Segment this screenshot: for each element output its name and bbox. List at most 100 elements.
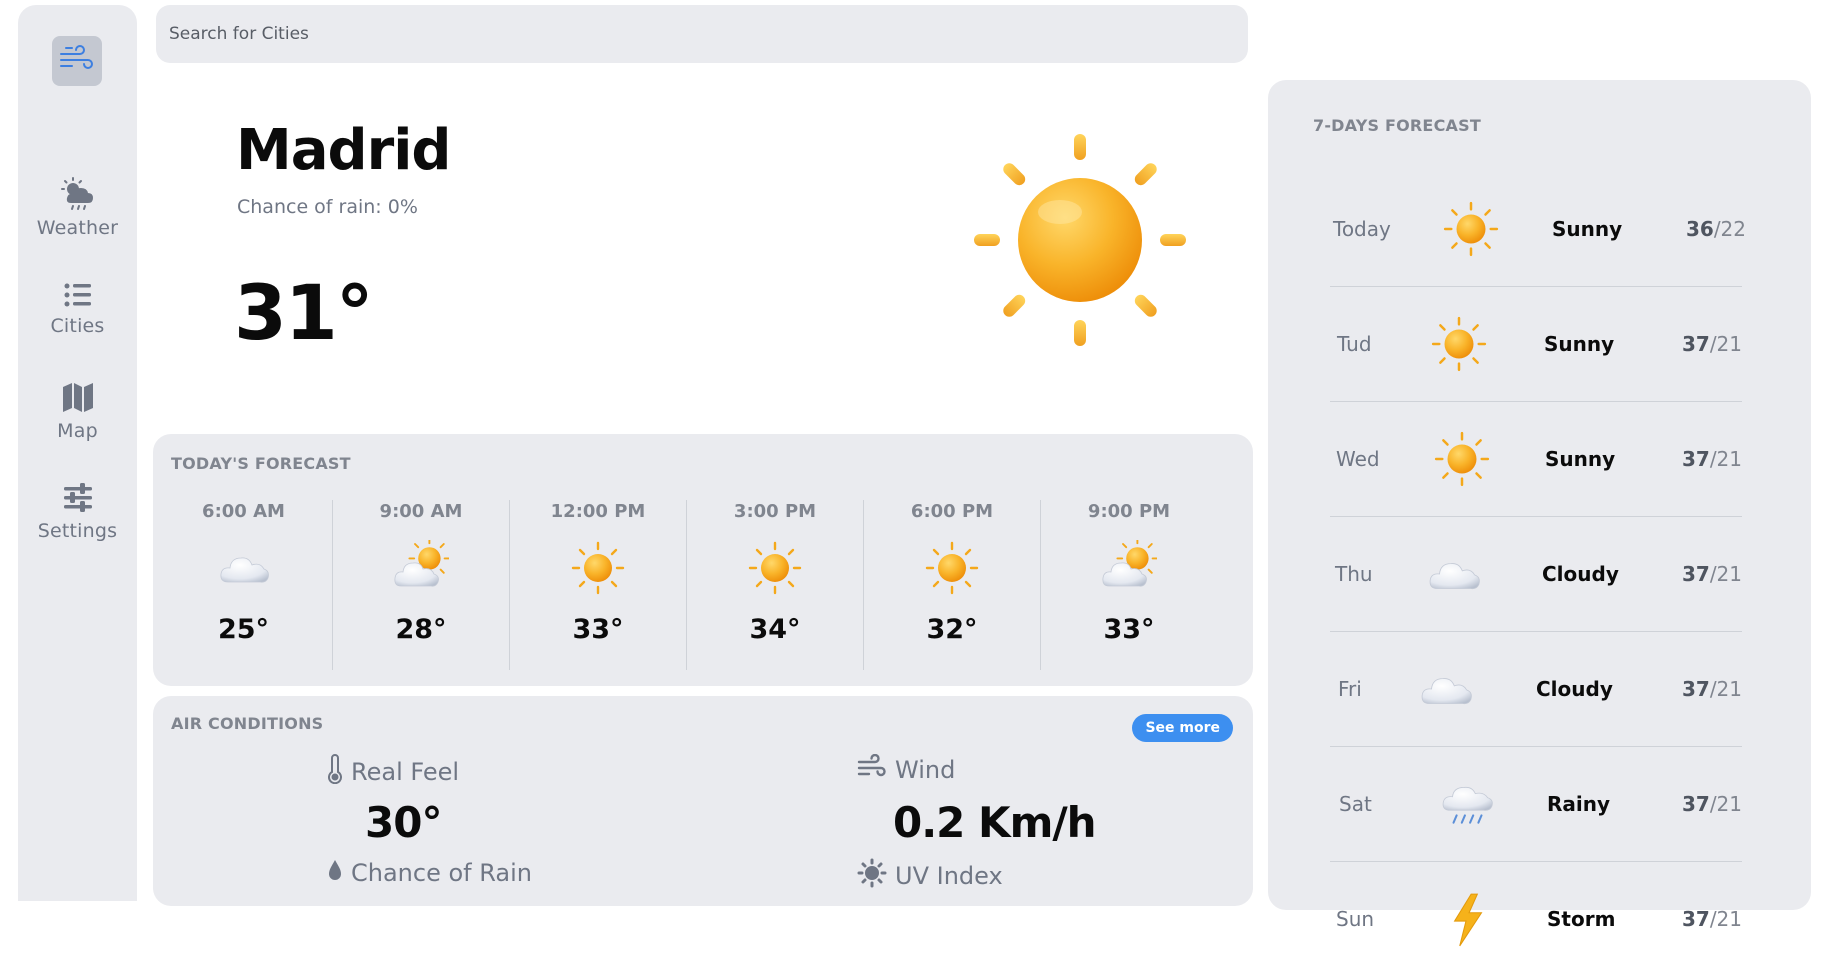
day-condition: Cloudy	[1542, 562, 1619, 586]
day-high: 37	[1681, 447, 1710, 471]
day-condition: Rainy	[1547, 792, 1611, 816]
hour-temp: 33°	[572, 614, 624, 645]
day-name: Sun	[1336, 907, 1375, 931]
cloud-sun-rain-icon	[18, 177, 137, 211]
day-low: /21	[1709, 332, 1742, 356]
wind-icon	[58, 44, 96, 78]
air-conditions-panel: AIR CONDITIONS See more Real Feel 30° Wi…	[153, 696, 1253, 906]
wind-icon	[857, 753, 887, 786]
day-low: /21	[1709, 677, 1742, 701]
day-temp: 37/21	[1682, 747, 1742, 862]
day-high: 37	[1681, 677, 1710, 701]
day-row: Today Sunny 36/22	[1330, 172, 1746, 287]
thermometer-icon	[327, 754, 343, 790]
day-temp: 37/21	[1682, 517, 1742, 632]
hour-time: 6:00 PM	[910, 501, 994, 522]
day-row: Sun Storm 37/21	[1330, 862, 1742, 977]
wind-label-row: Wind	[857, 753, 956, 786]
week-forecast-title: 7-DAYS FORECAST	[1313, 116, 1481, 135]
hour-temp: 25°	[217, 614, 270, 645]
sidebar-item-cities[interactable]: Cities	[18, 281, 137, 337]
droplet-icon	[327, 858, 343, 888]
day-row: Tud Sunny 37/21	[1330, 287, 1742, 402]
day-name: Fri	[1338, 677, 1362, 701]
day-low: /22	[1713, 217, 1746, 241]
chance-of-rain-label-row: Chance of Rain	[327, 858, 532, 888]
cloud-icon	[1425, 545, 1483, 603]
sun-outline-icon	[857, 858, 887, 894]
sidebar-item-label: Map	[57, 420, 98, 442]
uv-index-label-row: UV Index	[857, 858, 1003, 894]
logo[interactable]	[52, 36, 102, 86]
map-icon	[18, 380, 137, 414]
search-input[interactable]	[156, 5, 1248, 63]
hour-temp: 34°	[749, 614, 801, 645]
uv-index-label: UV Index	[895, 862, 1003, 890]
todays-forecast-title: TODAY'S FORECAST	[171, 454, 351, 473]
sun-icon	[1442, 200, 1500, 258]
sidebar-item-label: Weather	[36, 217, 119, 239]
day-temp: 37/21	[1682, 632, 1742, 747]
cloud-icon	[1417, 660, 1475, 718]
day-low: /21	[1709, 447, 1742, 471]
hour-forecast: 3:00 PM 34°	[686, 500, 863, 670]
chance-of-rain-label: Chance of Rain	[351, 859, 532, 887]
real-feel-label: Real Feel	[351, 758, 460, 786]
day-name: Sat	[1339, 792, 1372, 816]
sun-behind-cloud-icon	[1101, 540, 1157, 596]
air-conditions-title: AIR CONDITIONS	[171, 714, 324, 733]
sidebar: Weather Cities Map Settings	[18, 5, 137, 901]
day-condition: Cloudy	[1536, 677, 1613, 701]
day-high: 37	[1681, 332, 1710, 356]
real-feel-value: 30°	[365, 798, 442, 847]
sun-icon	[1433, 430, 1491, 488]
day-low: /21	[1709, 792, 1742, 816]
day-row: Thu Cloudy 37/21	[1330, 517, 1742, 632]
day-high: 37	[1681, 907, 1710, 931]
week-forecast-panel: 7-DAYS FORECAST Today Sunny 36/22 Tud Su…	[1268, 80, 1811, 947]
day-condition: Sunny	[1544, 332, 1615, 356]
lightning-icon	[1438, 890, 1496, 948]
day-high: 36	[1685, 217, 1714, 241]
current-temperature: 31°	[234, 268, 374, 357]
wind-value: 0.2 Km/h	[893, 798, 1097, 847]
day-row: Fri Cloudy 37/21	[1330, 632, 1742, 747]
hour-forecast: 6:00 AM 25°	[155, 500, 332, 670]
wind-label: Wind	[895, 756, 956, 784]
day-temp: 37/21	[1682, 402, 1742, 517]
sidebar-item-weather[interactable]: Weather	[18, 177, 137, 239]
day-name: Today	[1333, 217, 1391, 241]
sun-icon	[924, 540, 980, 596]
hour-time: 3:00 PM	[733, 501, 817, 522]
todays-forecast-panel: TODAY'S FORECAST 6:00 AM 25° 9:00 AM 28°…	[153, 434, 1253, 686]
sidebar-item-settings[interactable]: Settings	[18, 482, 137, 542]
sun-icon	[1430, 315, 1488, 373]
sidebar-item-label: Cities	[50, 315, 105, 337]
day-low: /21	[1709, 907, 1742, 931]
sun-icon	[970, 130, 1190, 350]
cloud-icon	[216, 540, 272, 596]
list-icon	[18, 281, 137, 309]
hour-forecast: 9:00 PM 33°	[1040, 500, 1217, 670]
sidebar-item-map[interactable]: Map	[18, 380, 137, 442]
day-temp: 37/21	[1682, 862, 1742, 977]
day-name: Tud	[1337, 332, 1372, 356]
sun-icon	[570, 540, 626, 596]
hour-time: 6:00 AM	[202, 501, 285, 522]
real-feel-label-row: Real Feel	[327, 754, 459, 790]
day-condition: Storm	[1547, 907, 1616, 931]
day-temp: 37/21	[1682, 287, 1742, 402]
sliders-icon	[18, 482, 137, 514]
hour-forecast: 6:00 PM 32°	[863, 500, 1040, 670]
hour-temp: 32°	[926, 614, 978, 645]
day-row: Sat Rainy 37/21	[1330, 747, 1742, 862]
see-more-button[interactable]: See more	[1132, 714, 1233, 742]
hour-time: 9:00 PM	[1087, 501, 1171, 522]
day-name: Thu	[1335, 562, 1373, 586]
sun-behind-cloud-icon	[393, 540, 449, 596]
hour-time: 12:00 PM	[550, 501, 646, 522]
hour-temp: 33°	[1103, 614, 1155, 645]
day-name: Wed	[1336, 447, 1380, 471]
day-condition: Sunny	[1545, 447, 1616, 471]
hour-time: 9:00 AM	[379, 501, 463, 522]
